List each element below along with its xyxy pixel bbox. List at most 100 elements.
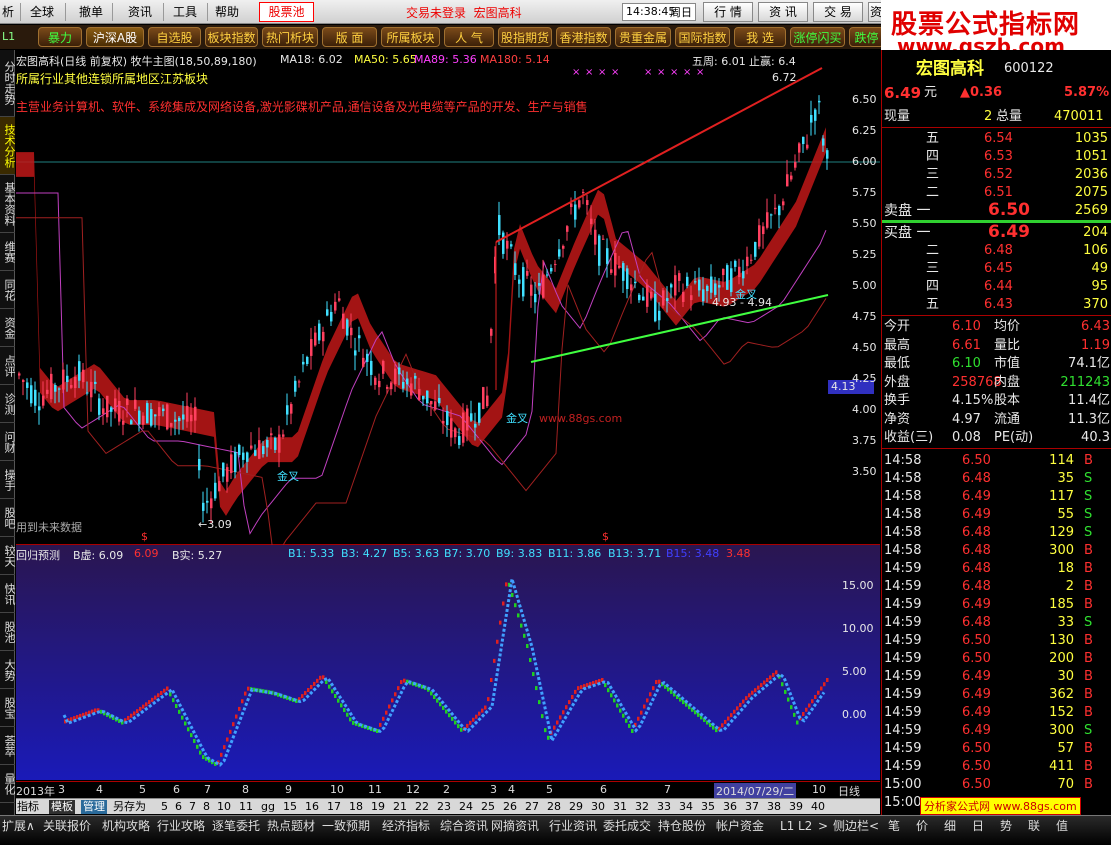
bottom-toolbar-item[interactable]: 持仓股份 [658, 819, 706, 833]
template-bar-item[interactable]: 18 [349, 800, 363, 814]
left-nav-tab[interactable]: 同花 [0, 271, 16, 309]
left-nav-tab[interactable]: 荟萃 [0, 727, 16, 765]
template-bar-item[interactable]: 5 [161, 800, 168, 814]
template-bar-item[interactable]: 34 [679, 800, 693, 814]
template-bar-item[interactable]: 22 [415, 800, 429, 814]
market-tab[interactable]: 股指期货 [498, 27, 552, 47]
left-nav-tab[interactable]: 诊测 [0, 385, 16, 423]
template-bar-item[interactable]: 39 [789, 800, 803, 814]
template-bar-item[interactable]: 7 [189, 800, 196, 814]
template-bar-item[interactable]: 40 [811, 800, 825, 814]
template-bar-item[interactable]: 32 [635, 800, 649, 814]
bid-row[interactable]: 四 6.44 95 [882, 278, 1111, 296]
bottom-toolbar-item[interactable]: 关联报价 [43, 819, 91, 833]
menu-item-tools[interactable]: 工具 [173, 3, 197, 21]
left-nav-tab[interactable]: 基本资料 [0, 175, 16, 233]
bottom-toolbar-item[interactable]: 笔 [888, 819, 900, 833]
bottom-toolbar-item[interactable]: 经济指标 [382, 819, 430, 833]
bid-row[interactable]: 买盘 一 6.49 204 [882, 223, 1111, 242]
bid-row[interactable]: 二 6.48 106 [882, 242, 1111, 260]
template-bar-item[interactable]: 31 [613, 800, 627, 814]
template-bar-item[interactable]: 25 [481, 800, 495, 814]
market-tab[interactable]: 所属板块 [381, 27, 440, 47]
template-bar-item[interactable]: 指标 [17, 800, 39, 814]
kline-chart[interactable]: × × × × × × × × × 宏图高科(日线 前复权) 牧牛主图(18,50,89,180… [16, 50, 880, 562]
left-nav-tab[interactable]: 维赛 [0, 233, 16, 271]
market-tab[interactable]: 国际指数 [675, 27, 730, 47]
template-bar-item[interactable]: 28 [547, 800, 561, 814]
bottom-toolbar-item[interactable]: 势 [1000, 819, 1012, 833]
menu-item-help[interactable]: 帮助 [215, 3, 239, 21]
ask-row[interactable]: 三 6.52 2036 [882, 166, 1111, 184]
ask-row[interactable]: 四 6.53 1051 [882, 148, 1111, 166]
left-nav-tab[interactable]: 技术分析 [0, 117, 16, 175]
market-tab[interactable]: 我 选 [734, 27, 786, 47]
template-bar-item[interactable]: 27 [525, 800, 539, 814]
ask-row[interactable]: 卖盘 一 6.50 2569 [882, 201, 1111, 220]
market-tab[interactable]: 人 气 [444, 27, 494, 47]
market-tab[interactable]: 暴力 [38, 27, 82, 47]
bottom-toolbar-item[interactable]: L1 [780, 819, 794, 833]
period-label[interactable]: 日线 [838, 783, 860, 799]
menu-item-global[interactable]: 全球 [30, 3, 54, 21]
left-nav-tab[interactable]: 股池 [0, 613, 16, 651]
template-bar-item[interactable]: 管理 [81, 800, 107, 814]
bottom-toolbar-item[interactable]: 价 [916, 819, 928, 833]
left-nav-tab[interactable]: 点评 [0, 347, 16, 385]
left-nav-tab[interactable]: 操手 [0, 461, 16, 499]
trade-button[interactable]: 交 易 [813, 2, 863, 22]
left-nav-tab[interactable]: 较天 [0, 537, 16, 575]
indicator-panel[interactable]: 回归预测 B虚: 6.09 6.09 B实: 5.27 B1: 5.33 B3:… [16, 545, 880, 780]
template-bar-item[interactable]: 10 [217, 800, 231, 814]
template-bar-item[interactable]: 模板 [49, 800, 75, 814]
market-tab[interactable]: 沪深A股 [86, 27, 144, 47]
news-button[interactable]: 资 讯 [758, 2, 808, 22]
left-nav-tab[interactable]: 快讯 [0, 575, 16, 613]
template-bar-item[interactable]: 23 [437, 800, 451, 814]
template-bar-item[interactable]: 19 [371, 800, 385, 814]
bottom-toolbar-item[interactable]: 行业攻略 [157, 819, 205, 833]
template-bar-item[interactable]: 17 [327, 800, 341, 814]
bottom-toolbar-item[interactable]: 逐笔委托 [212, 819, 260, 833]
market-tab[interactable]: 跌停 [849, 27, 884, 47]
template-bar-item[interactable]: 38 [767, 800, 781, 814]
menu-item-cancel-order[interactable]: 撤单 [79, 3, 103, 21]
bottom-toolbar-item[interactable]: 联 [1028, 819, 1040, 833]
bid-row[interactable]: 三 6.45 49 [882, 260, 1111, 278]
template-bar-item[interactable]: 30 [591, 800, 605, 814]
bottom-toolbar-item[interactable]: 帐户资金 [716, 819, 764, 833]
menu-item-analysis[interactable]: 析 [2, 3, 14, 21]
template-bar-item[interactable]: 16 [305, 800, 319, 814]
template-bar-item[interactable]: 15 [283, 800, 297, 814]
market-tab[interactable]: 版 面 [322, 27, 377, 47]
bottom-toolbar-item[interactable]: 委托成交 [603, 819, 651, 833]
left-nav-tab[interactable]: 股吧 [0, 499, 16, 537]
left-nav-tab[interactable]: 分时走势 [0, 50, 16, 117]
market-tab[interactable]: 板块指数 [205, 27, 258, 47]
bottom-toolbar-item[interactable]: L2 [798, 819, 812, 833]
template-bar-item[interactable]: 8 [203, 800, 210, 814]
template-bar-item[interactable]: 另存为 [113, 800, 146, 814]
market-tab[interactable]: 自选股 [148, 27, 201, 47]
template-bar-item[interactable]: gg [261, 800, 275, 814]
left-nav-tab[interactable]: 股宝 [0, 689, 16, 727]
template-bar-item[interactable]: 11 [239, 800, 253, 814]
stock-pool-button[interactable]: 股票池 [259, 2, 314, 22]
template-bar-item[interactable]: 36 [723, 800, 737, 814]
bottom-toolbar-item[interactable]: 细 [944, 819, 956, 833]
template-bar-item[interactable]: 33 [657, 800, 671, 814]
template-bar-item[interactable]: 24 [459, 800, 473, 814]
template-bar-item[interactable]: 6 [175, 800, 182, 814]
bottom-toolbar-item[interactable]: 综合资讯 [440, 819, 488, 833]
market-tab[interactable]: 贵重金属 [615, 27, 671, 47]
left-nav-tab[interactable]: 资金 [0, 309, 16, 347]
left-nav-tab[interactable]: 问财 [0, 423, 16, 461]
bottom-toolbar-item[interactable]: 日 [972, 819, 984, 833]
bottom-toolbar-item[interactable]: 网摘资讯 [491, 819, 539, 833]
left-nav-tab[interactable]: 量化 [0, 765, 16, 803]
template-bar-item[interactable]: 35 [701, 800, 715, 814]
bottom-toolbar-item[interactable]: 一致预期 [322, 819, 370, 833]
left-nav-tab[interactable]: 大势 [0, 651, 16, 689]
market-tab[interactable]: 热门析块 [262, 27, 318, 47]
quote-button[interactable]: 行 情 [703, 2, 753, 22]
